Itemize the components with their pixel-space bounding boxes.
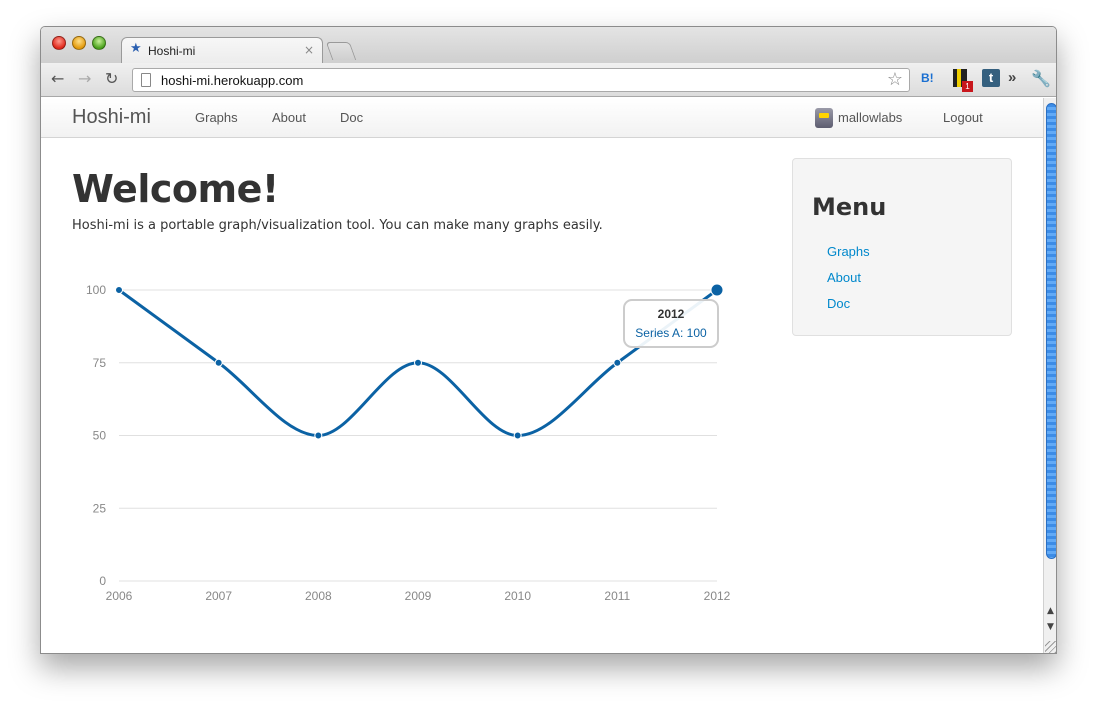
- minimize-window-button[interactable]: [72, 36, 86, 50]
- user-name-link[interactable]: mallowlabs: [838, 110, 902, 125]
- tumblr-icon[interactable]: t: [982, 69, 1000, 87]
- nav-graphs[interactable]: Graphs: [195, 110, 238, 125]
- brand-link[interactable]: Hoshi-mi: [72, 106, 151, 129]
- data-point: [214, 358, 223, 367]
- close-window-button[interactable]: [52, 36, 66, 50]
- logout-link[interactable]: Logout: [943, 110, 983, 125]
- y-tick-label: 0: [99, 574, 106, 588]
- back-arrow-icon[interactable]: ←: [51, 69, 64, 89]
- x-tick-label: 2011: [604, 589, 630, 603]
- data-point: [513, 431, 522, 440]
- y-tick-label: 25: [93, 501, 107, 515]
- forward-arrow-icon[interactable]: →: [78, 69, 91, 89]
- nav-about[interactable]: About: [272, 110, 306, 125]
- page-title: Welcome!: [72, 167, 279, 211]
- browser-window: ★ Hoshi-mi × ← → ↻ hoshi-mi.herokuapp.co…: [40, 26, 1057, 654]
- menu-item-doc[interactable]: Doc: [827, 296, 850, 311]
- hatena-bookmark-icon[interactable]: B!: [921, 71, 934, 85]
- x-tick-label: 2008: [305, 589, 332, 603]
- x-tick-label: 2010: [504, 589, 531, 603]
- url-text[interactable]: hoshi-mi.herokuapp.com: [161, 73, 303, 88]
- wrench-icon[interactable]: 🔧: [1031, 69, 1051, 88]
- intro-text: Hoshi-mi is a portable graph/visualizati…: [72, 218, 603, 233]
- page-icon: [141, 73, 151, 87]
- menu-panel: Menu Graphs About Doc: [792, 158, 1012, 336]
- extension-badge: 1: [962, 81, 973, 92]
- scroll-down-arrow-icon[interactable]: ▼: [1047, 622, 1054, 632]
- zoom-window-button[interactable]: [92, 36, 106, 50]
- data-point: [115, 286, 123, 294]
- reload-icon[interactable]: ↻: [105, 69, 118, 89]
- more-extensions-icon[interactable]: »: [1008, 69, 1016, 86]
- browser-toolbar: ← → ↻ hoshi-mi.herokuapp.com ☆ B! 1 t » …: [41, 63, 1056, 97]
- title-bar: ★ Hoshi-mi ×: [41, 27, 1056, 64]
- page-viewport: Hoshi-mi Graphs About Doc mallowlabs Log…: [41, 98, 1043, 653]
- y-tick-label: 50: [93, 429, 107, 443]
- new-tab-button[interactable]: [325, 42, 357, 60]
- y-tick-label: 100: [86, 283, 106, 297]
- line-chart: 0 25 50 75 100 2006 2007 2008 2009 2010 2011 2012 20…: [86, 283, 731, 603]
- bookmark-star-icon[interactable]: ☆: [887, 69, 903, 90]
- menu-item-about[interactable]: About: [827, 270, 861, 285]
- menu-title: Menu: [812, 193, 887, 221]
- x-tick-label: 2007: [205, 589, 232, 603]
- x-tick-label: 2009: [405, 589, 432, 603]
- highlighted-point: [710, 283, 724, 297]
- tab-close-icon[interactable]: ×: [304, 43, 314, 57]
- vertical-scrollbar[interactable]: ▲ ▼: [1043, 98, 1056, 653]
- scroll-up-arrow-icon[interactable]: ▲: [1047, 606, 1054, 616]
- x-tick-label: 2012: [704, 589, 731, 603]
- x-tick-label: 2006: [106, 589, 133, 603]
- y-tick-label: 75: [93, 356, 107, 370]
- scrollbar-thumb[interactable]: [1046, 103, 1056, 559]
- tooltip-value: Series A: 100: [635, 326, 707, 340]
- data-point: [613, 358, 622, 367]
- avatar[interactable]: [815, 108, 833, 128]
- resize-grip-icon[interactable]: [1045, 641, 1056, 653]
- data-point: [414, 358, 422, 367]
- address-bar[interactable]: hoshi-mi.herokuapp.com ☆: [132, 68, 910, 92]
- tooltip-title: 2012: [658, 307, 685, 321]
- browser-tab[interactable]: ★ Hoshi-mi ×: [121, 37, 323, 64]
- data-point: [314, 431, 323, 440]
- nav-doc[interactable]: Doc: [340, 110, 363, 125]
- menu-item-graphs[interactable]: Graphs: [827, 244, 870, 259]
- star-favicon-icon: ★: [130, 41, 142, 56]
- top-navbar: Hoshi-mi Graphs About Doc mallowlabs Log…: [41, 98, 1043, 138]
- tab-title: Hoshi-mi: [148, 44, 196, 58]
